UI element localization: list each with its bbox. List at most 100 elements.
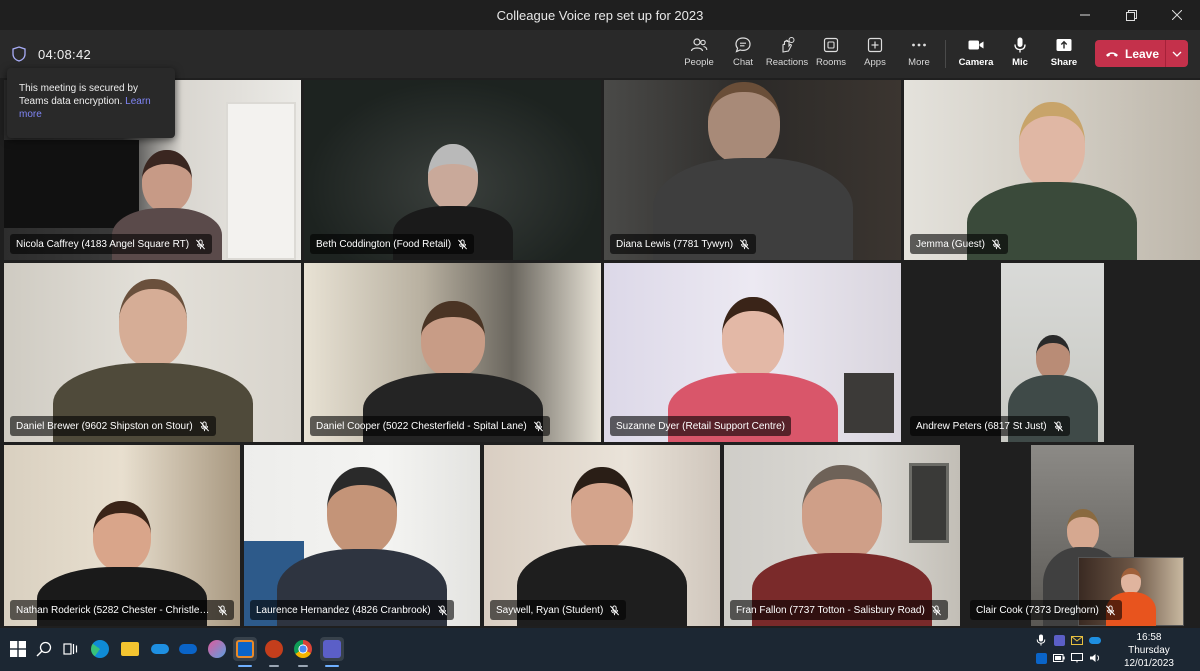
- rooms-button[interactable]: Rooms: [809, 36, 853, 74]
- chrome-app[interactable]: [291, 637, 315, 667]
- toolbar-separator: [945, 40, 946, 68]
- people-button[interactable]: People: [677, 36, 721, 74]
- participant-tile[interactable]: Daniel Cooper (5022 Chesterfield - Spita…: [304, 263, 601, 442]
- mic-icon: [1014, 37, 1026, 53]
- mic-icon: [1036, 634, 1046, 646]
- mic-muted-icon: [218, 604, 227, 615]
- minimize-icon: [1080, 14, 1090, 16]
- mic-muted-icon: [458, 238, 468, 249]
- participant-tile[interactable]: Nathan Roderick (5282 Chester - Christle…: [4, 445, 240, 626]
- start-button[interactable]: [6, 637, 30, 661]
- rooms-label: Rooms: [815, 57, 847, 68]
- camera-icon: [968, 40, 984, 50]
- mic-muted-icon: [196, 238, 206, 249]
- meeting-timer: 04:08:42: [38, 47, 92, 62]
- file-explorer-app[interactable]: [118, 637, 142, 661]
- phone-icon: [1106, 51, 1118, 57]
- participant-nameplate: Daniel Brewer (9602 Shipston on Stour): [10, 416, 216, 436]
- participant-tile[interactable]: Saywell, Ryan (Student): [484, 445, 720, 626]
- participant-nameplate: Clair Cook (7373 Dreghorn): [970, 600, 1122, 620]
- share-icon: [1056, 39, 1072, 51]
- chat-button[interactable]: Chat: [721, 36, 765, 74]
- onedrive-icon: [151, 644, 169, 654]
- participant-tile[interactable]: Jemma (Guest): [904, 80, 1200, 260]
- search-button[interactable]: [32, 637, 56, 661]
- people-icon: [690, 38, 708, 52]
- participant-nameplate: Jemma (Guest): [910, 234, 1008, 254]
- tray-network[interactable]: [1070, 651, 1084, 665]
- edge-icon: [91, 640, 109, 658]
- participant-tile[interactable]: Laurence Hernandez (4826 Cranbrook): [244, 445, 480, 626]
- mic-muted-icon: [740, 238, 750, 249]
- tray-mic[interactable]: [1034, 633, 1048, 647]
- participant-tile[interactable]: Daniel Brewer (9602 Shipston on Stour): [4, 263, 301, 442]
- teams-icon: [1053, 634, 1065, 646]
- participant-tile-speaking[interactable]: Suzanne Dyer (Retail Support Centre): [604, 263, 901, 442]
- apps-button[interactable]: Apps: [853, 36, 897, 74]
- teams-app[interactable]: [320, 637, 344, 667]
- leave-button[interactable]: Leave: [1095, 40, 1165, 67]
- task-view-icon: [63, 643, 78, 655]
- participant-name: Clair Cook (7373 Dreghorn): [976, 604, 1099, 616]
- tray-mail[interactable]: [1070, 633, 1084, 647]
- more-icon: [912, 43, 926, 47]
- reactions-icon: [782, 37, 795, 53]
- outlook-app[interactable]: [233, 637, 257, 667]
- mic-muted-icon: [533, 420, 543, 431]
- leave-label: Leave: [1125, 46, 1160, 61]
- onedrive-business-app[interactable]: [176, 637, 200, 661]
- participant-name: Daniel Brewer (9602 Shipston on Stour): [16, 420, 193, 432]
- participant-nameplate: Nicola Caffrey (4183 Angel Square RT): [10, 234, 213, 254]
- video-grid: Nicola Caffrey (4183 Angel Square RT) Be…: [0, 78, 1200, 628]
- participant-tile[interactable]: Beth Coddington (Food Retail): [304, 80, 601, 260]
- powerpoint-icon: [265, 640, 283, 658]
- edge-app[interactable]: [88, 637, 112, 661]
- participant-nameplate: Daniel Cooper (5022 Chesterfield - Spita…: [310, 416, 550, 436]
- camera-button[interactable]: Camera: [954, 36, 998, 74]
- more-button[interactable]: More: [897, 36, 941, 74]
- windows-start-icon: [10, 641, 26, 657]
- chat-label: Chat: [732, 57, 754, 68]
- apps-label: Apps: [864, 57, 886, 68]
- participant-tile[interactable]: Diana Lewis (7781 Tywyn): [604, 80, 901, 260]
- chevron-down-icon: [1172, 51, 1182, 57]
- participant-name: Nicola Caffrey (4183 Angel Square RT): [16, 238, 190, 250]
- minimize-button[interactable]: [1062, 0, 1108, 30]
- share-label: Share: [1050, 57, 1078, 68]
- snip-icon: [208, 640, 226, 658]
- camera-label: Camera: [958, 57, 994, 68]
- participant-name: Laurence Hernandez (4826 Cranbrook): [256, 604, 431, 616]
- tray-teams[interactable]: [1052, 633, 1066, 647]
- participant-nameplate: Laurence Hernandez (4826 Cranbrook): [250, 600, 454, 620]
- mic-muted-icon: [1105, 604, 1115, 615]
- chrome-icon: [294, 640, 312, 658]
- task-view-button[interactable]: [58, 637, 82, 661]
- leave-options-button[interactable]: [1166, 51, 1188, 57]
- participant-nameplate: Saywell, Ryan (Student): [490, 600, 627, 620]
- meeting-toolbar: 04:08:42 People Chat Reactions Rooms App…: [0, 30, 1200, 78]
- teams-icon: [323, 640, 341, 658]
- clock-time: 16:58: [1136, 632, 1162, 643]
- window-controls: [1062, 0, 1200, 30]
- reactions-button[interactable]: Reactions: [765, 36, 809, 74]
- tray-outlook[interactable]: [1034, 651, 1048, 665]
- shield-icon[interactable]: [12, 46, 26, 62]
- close-window-button[interactable]: [1154, 0, 1200, 30]
- mic-muted-icon: [1053, 420, 1063, 431]
- onedrive-app[interactable]: [148, 637, 172, 661]
- share-button[interactable]: Share: [1042, 36, 1086, 74]
- participant-tile[interactable]: Fran Fallon (7737 Totton - Salisbury Roa…: [724, 445, 960, 626]
- participant-nameplate: Suzanne Dyer (Retail Support Centre): [610, 416, 791, 436]
- snip-app[interactable]: [205, 637, 229, 661]
- close-icon: [1172, 10, 1182, 20]
- participant-tile[interactable]: Clair Cook (7373 Dreghorn): [964, 445, 1200, 626]
- tray-cloud[interactable]: [1088, 633, 1102, 647]
- tray-volume[interactable]: [1088, 651, 1102, 665]
- system-clock[interactable]: 16:58 Thursday 12/01/2023: [1124, 631, 1174, 670]
- tray-battery[interactable]: [1052, 651, 1066, 665]
- restore-button[interactable]: [1108, 0, 1154, 30]
- powerpoint-app[interactable]: [262, 637, 286, 667]
- participant-tile[interactable]: Andrew Peters (6817 St Just): [904, 263, 1200, 442]
- mic-button[interactable]: Mic: [998, 36, 1042, 74]
- leave-button-group: Leave: [1095, 40, 1188, 67]
